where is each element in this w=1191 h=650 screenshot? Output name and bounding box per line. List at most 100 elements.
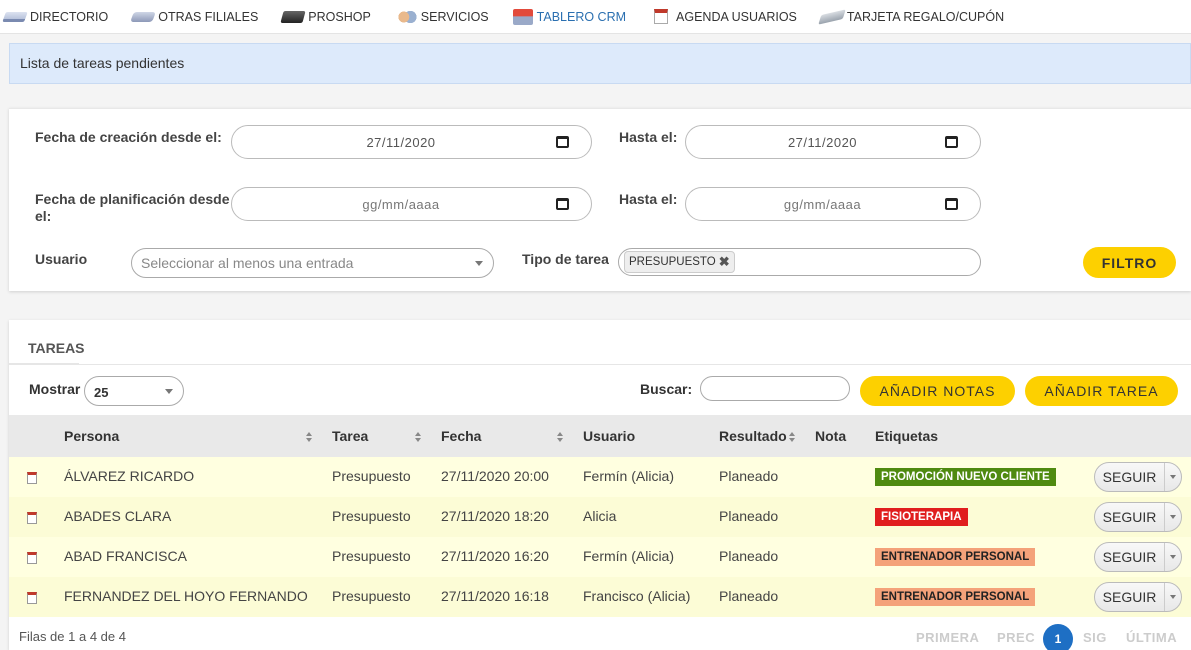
top-nav: DIRECTORIO OTRAS FILIALES PROSHOP SERVIC… [0, 0, 1191, 34]
search-label: Buscar: [640, 381, 693, 397]
sort-icon[interactable] [789, 432, 796, 442]
pagination-first[interactable]: PRIMERA [916, 630, 979, 645]
add-notes-button[interactable]: AÑADIR NOTAS [860, 376, 1015, 406]
cell-resultado: Planeado [719, 548, 779, 564]
filter-button[interactable]: FILTRO [1083, 247, 1176, 278]
page-size-value: 25 [94, 385, 109, 400]
column-header-nota: Nota [815, 428, 847, 444]
table-row[interactable]: ABAD FRANCISCA Presupuesto 27/11/2020 16… [9, 537, 1191, 577]
task-type-tag-label: PRESUPUESTO [629, 256, 716, 268]
cell-tarea: Presupuesto [332, 588, 411, 604]
tasks-panel: TAREAS Mostrar 25 Buscar: AÑADIR NOTAS A… [9, 320, 1191, 650]
table-row[interactable]: ABADES CLARA Presupuesto 27/11/2020 18:2… [9, 497, 1191, 537]
label-badge: PROMOCIÓN NUEVO CLIENTE [875, 468, 1056, 486]
task-type-select[interactable]: PRESUPUESTO ✖ [618, 248, 981, 276]
user-select[interactable]: Seleccionar al menos una entrada [131, 248, 494, 278]
cell-persona[interactable]: FERNANDEZ DEL HOYO FERNANDO [64, 588, 308, 604]
nav-item-label: AGENDA USUARIOS [676, 9, 797, 24]
search-input[interactable] [700, 376, 850, 401]
cell-persona[interactable]: ABADES CLARA [64, 508, 171, 524]
follow-button[interactable]: SEGUIR [1094, 462, 1182, 492]
planned-from-date-input[interactable]: gg/mm/aaaa [231, 187, 592, 221]
user-select-placeholder: Seleccionar al menos una entrada [141, 255, 354, 271]
tab-tareas[interactable]: TAREAS [28, 340, 85, 356]
pagination-prev[interactable]: PREC [997, 630, 1035, 645]
nav-item-tarjeta-regalo[interactable]: TARJETA REGALO/CUPÓN [818, 8, 1004, 25]
gift-card-icon [818, 8, 846, 25]
follow-button[interactable]: SEGUIR [1094, 582, 1182, 612]
planned-from-placeholder: gg/mm/aaaa [362, 196, 440, 212]
page-size-select[interactable]: 25 [84, 376, 184, 406]
crm-board-icon [512, 8, 533, 25]
follow-button-label[interactable]: SEGUIR [1095, 583, 1165, 611]
add-task-button[interactable]: AÑADIR TAREA [1025, 376, 1178, 406]
cell-resultado: Planeado [719, 588, 779, 604]
column-header-etiquetas: Etiquetas [875, 428, 939, 444]
table-header: Persona Tarea Fecha Usuario Resultado No… [9, 415, 1191, 457]
nav-item-directorio[interactable]: DIRECTORIO [2, 10, 108, 24]
follow-button-label[interactable]: SEGUIR [1095, 463, 1165, 491]
calendar-icon[interactable] [27, 592, 37, 604]
column-header-fecha[interactable]: Fecha [441, 428, 481, 444]
label-badge: FISIOTERAPIA [875, 508, 968, 526]
nav-item-label: SERVICIOS [420, 9, 489, 24]
cell-usuario: Fermín (Alicia) [583, 468, 675, 484]
tasks-tab-bar: TAREAS [9, 320, 1191, 365]
pagination-last[interactable]: ÚLTIMA [1126, 630, 1177, 645]
calendar-icon[interactable] [27, 472, 37, 484]
cell-fecha: 27/11/2020 16:20 [441, 548, 549, 564]
calendar-icon[interactable] [556, 136, 569, 148]
proshop-icon [280, 10, 306, 23]
cell-tarea: Presupuesto [332, 508, 411, 524]
calendar-icon[interactable] [27, 552, 37, 564]
nav-item-label: TABLERO CRM [536, 9, 627, 24]
nav-item-servicios[interactable]: SERVICIOS [394, 8, 489, 25]
nav-item-agenda-usuarios[interactable]: AGENDA USUARIOS [650, 9, 797, 24]
created-from-date-input[interactable]: 27/11/2020 [231, 125, 592, 159]
calendar-icon[interactable] [945, 198, 958, 210]
column-header-tarea[interactable]: Tarea [332, 428, 368, 444]
nav-item-proshop[interactable]: PROSHOP [280, 10, 371, 24]
calendar-icon[interactable] [27, 512, 37, 524]
sort-icon[interactable] [415, 432, 422, 442]
pagination-current-page[interactable]: 1 [1043, 624, 1073, 650]
created-to-date-input[interactable]: 27/11/2020 [685, 125, 981, 159]
pagination-next[interactable]: SIG [1083, 630, 1107, 645]
row-count-text: Filas de 1 a 4 de 4 [19, 629, 126, 644]
planned-to-date-input[interactable]: gg/mm/aaaa [685, 187, 981, 221]
calendar-icon[interactable] [556, 198, 569, 210]
follow-button-label[interactable]: SEGUIR [1095, 503, 1165, 531]
cell-tarea: Presupuesto [332, 548, 411, 564]
task-type-label: Tipo de tarea [522, 251, 609, 267]
follow-button[interactable]: SEGUIR [1094, 542, 1182, 572]
created-to-label: Hasta el: [619, 129, 678, 145]
banner-text: Lista de tareas pendientes [20, 55, 185, 71]
table-row[interactable]: ÁLVAREZ RICARDO Presupuesto 27/11/2020 2… [9, 457, 1191, 497]
label-badge: ENTRENADOR PERSONAL [875, 548, 1036, 566]
follow-button-label[interactable]: SEGUIR [1095, 543, 1165, 571]
cell-persona[interactable]: ÁLVAREZ RICARDO [64, 468, 194, 484]
column-header-usuario[interactable]: Usuario [583, 428, 635, 444]
created-to-value: 27/11/2020 [787, 134, 858, 150]
info-banner: Lista de tareas pendientes [9, 43, 1191, 84]
nav-item-tablero-crm[interactable]: TABLERO CRM [512, 8, 627, 25]
calendar-icon[interactable] [945, 136, 958, 148]
tab-underline [9, 363, 79, 365]
follow-button[interactable]: SEGUIR [1094, 502, 1182, 532]
cell-persona[interactable]: ABAD FRANCISCA [64, 548, 187, 564]
calendar-icon [654, 9, 669, 24]
cell-usuario: Alicia [583, 508, 617, 524]
planned-to-label: Hasta el: [619, 191, 678, 207]
table-row[interactable]: FERNANDEZ DEL HOYO FERNANDO Presupuesto … [9, 577, 1191, 617]
column-header-persona[interactable]: Persona [64, 428, 119, 444]
directory-icon [2, 11, 28, 22]
user-label: Usuario [35, 251, 88, 267]
sort-icon[interactable] [557, 432, 564, 442]
label-badge: ENTRENADOR PERSONAL [875, 588, 1036, 606]
cell-usuario: Fermín (Alicia) [583, 548, 675, 564]
nav-item-otras-filiales[interactable]: OTRAS FILIALES [130, 10, 258, 24]
remove-tag-icon[interactable]: ✖ [719, 254, 730, 270]
sort-icon[interactable] [306, 432, 313, 442]
column-header-resultado[interactable]: Resultado [719, 428, 787, 444]
created-from-label: Fecha de creación desde el: [35, 129, 222, 145]
